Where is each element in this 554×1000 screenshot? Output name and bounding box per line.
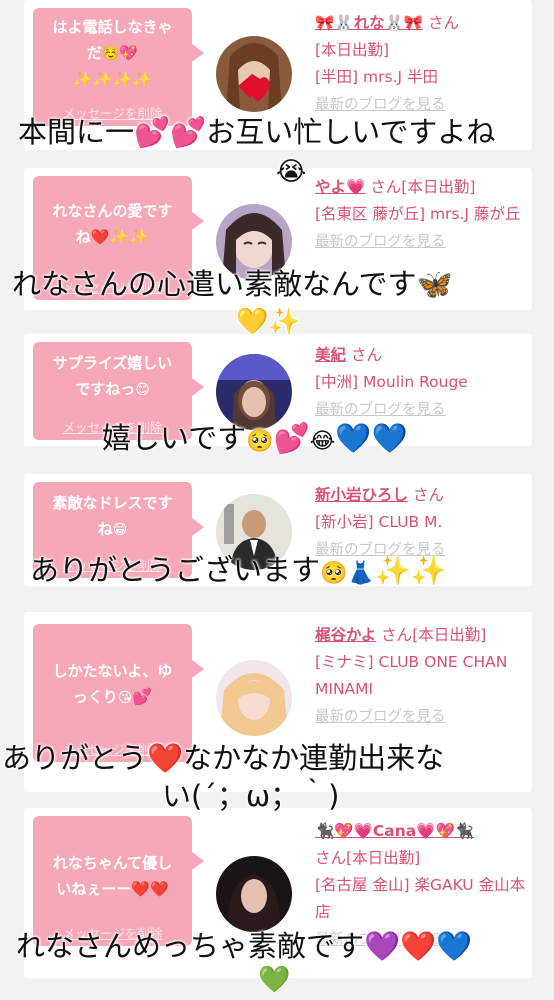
overlay-caption: 本間に一💕💕お互い忙しいですよね <box>18 115 496 149</box>
cast-name[interactable]: 美紀 <box>315 346 346 364</box>
avatar[interactable] <box>216 856 292 932</box>
status-label: [本日出勤] <box>346 849 421 867</box>
store-label: [新小岩] CLUB M. <box>315 513 443 531</box>
blog-link[interactable]: 最新のブログを見る <box>315 709 446 725</box>
san-label: さん <box>381 626 413 644</box>
san-label: さん <box>428 14 460 32</box>
message-text: サプライズ嬉しい ですねっ😊 <box>52 354 173 398</box>
store-label: [半田] mrs.J 半田 <box>315 68 438 86</box>
cast-name[interactable]: 梶谷かよ <box>315 626 376 644</box>
overlay-caption: れなさんめっちゃ素敵です💜❤️💙 <box>16 929 473 963</box>
status-label: [本日出勤] <box>401 178 476 196</box>
cast-name[interactable]: 🎀🐰れな🐰🎀 <box>315 14 423 32</box>
cast-info: やよ💗 さん[本日出勤] [名東区 藤が丘] mrs.J 藤が丘 最新のブログを… <box>315 174 527 256</box>
cast-name[interactable]: 🐈‍⬛💖💗Cana💗💖🐈‍⬛ <box>315 822 474 840</box>
avatar[interactable] <box>216 354 292 430</box>
blog-link[interactable]: 最新のブログを見る <box>315 97 446 113</box>
overlay-caption: れなさんの心遣い素敵なんです🦋 <box>12 267 453 301</box>
avatar[interactable] <box>216 36 292 112</box>
overlay-caption: い(´；ω；｀) <box>162 779 340 813</box>
overlay-caption: 😭 <box>276 157 307 187</box>
message-text: しかたないよ、ゆ っくり😘💕 <box>52 662 173 706</box>
store-label: [名東区 藤が丘] mrs.J 藤が丘 <box>315 205 521 223</box>
store-label: [中洲] Moulin Rouge <box>315 373 468 391</box>
san-label: さん <box>412 486 444 504</box>
cast-info: 🎀🐰れな🐰🎀 さん [本日出勤] [半田] mrs.J 半田 最新のブログを見る <box>315 10 527 119</box>
message-bubble: はよ電話しなきゃ だ☺️💖 ✨✨✨✨ メッセージを削除 <box>33 8 204 126</box>
san-label: さん <box>315 849 347 867</box>
san-label: さん <box>370 178 402 196</box>
overlay-caption: 💛✨ <box>236 307 301 337</box>
message-text: れなさんの愛です ね❤️✨✨ <box>52 202 173 246</box>
san-label: さん <box>350 346 382 364</box>
blog-link[interactable]: 最新のブログを見る <box>315 234 446 250</box>
message-text: はよ電話しなきゃ だ☺️💖 ✨✨✨✨ <box>52 18 173 89</box>
message-text: れなちゃんて優し いねぇーー❤️❤️ <box>52 854 173 898</box>
message-text: 素敵なドレスです ね😁 <box>52 494 173 538</box>
overlay-caption: ありがとうございます🥺👗✨✨ <box>30 553 448 587</box>
store-label: [名古屋 金山] 楽GAKU 金山本店 <box>315 876 526 921</box>
cast-name[interactable]: 新小岩ひろし <box>315 486 408 504</box>
cast-info: 梶谷かよ さん[本日出勤] [ミナミ] CLUB ONE CHAN MINAMI… <box>315 622 527 731</box>
cast-name[interactable]: やよ💗 <box>315 178 365 196</box>
status-label: [本日出勤] <box>412 626 487 644</box>
overlay-caption: 💚 <box>258 965 291 995</box>
blog-link[interactable]: 最新のブログを見る <box>315 402 446 418</box>
avatar[interactable] <box>216 660 292 736</box>
overlay-caption: ありがとう❤️なかなか連勤出来な <box>2 741 445 775</box>
status-label: [本日出勤] <box>315 41 390 59</box>
store-label: [ミナミ] CLUB ONE CHAN MINAMI <box>315 653 508 698</box>
overlay-caption: 嬉しいです🥺💕😂💙💙 <box>102 421 408 455</box>
message-bubble: れなちゃんて優し いねぇーー❤️❤️ メッセージを削除 <box>33 816 204 946</box>
cast-info: 美紀 さん [中洲] Moulin Rouge 最新のブログを見る <box>315 342 527 424</box>
